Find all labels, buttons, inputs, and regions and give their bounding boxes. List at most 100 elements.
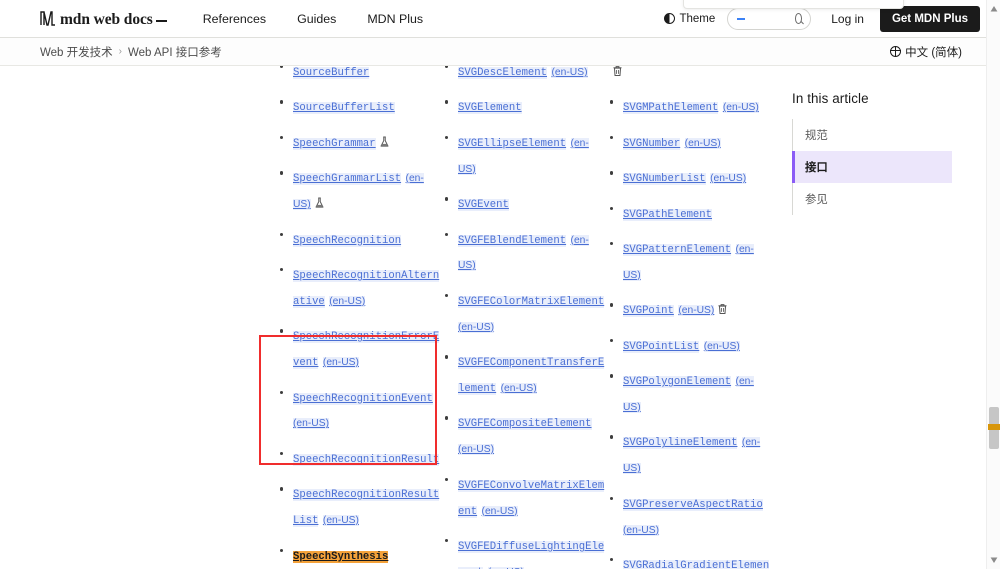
api-link[interactable]: SourceBuffer	[293, 67, 370, 79]
experimental-icon	[379, 131, 390, 147]
en-us-badge[interactable]: (en-US)	[703, 340, 740, 352]
page-content: SourceBuffer SourceBufferList SpeechGramma…	[0, 58, 990, 569]
list-item: SpeechRecognitionErrorEvent (en-US)	[275, 322, 440, 374]
list-item: SVGFECompositeElement (en-US)	[440, 409, 605, 461]
search-input[interactable]	[744, 9, 795, 28]
list-item: SVGPathElement	[605, 200, 770, 226]
column-3: SVGMPathElement (en-US) SVGNumber (en-US)…	[605, 58, 770, 569]
api-link[interactable]: SVGRadialGradientElement	[623, 560, 770, 569]
breadcrumb-bar: Web 开发技术 › Web API 接口参考 中文 (简体)	[0, 38, 990, 66]
globe-icon	[889, 45, 902, 57]
en-us-badge[interactable]: (en-US)	[500, 383, 537, 395]
toc-item-label: 参见	[805, 194, 828, 206]
list-item: SVGNumberList (en-US)	[605, 164, 770, 190]
list-item: SpeechRecognitionEvent (en-US)	[275, 384, 440, 436]
api-link[interactable]: SpeechGrammar	[293, 137, 376, 150]
list-item: SVGFEConvolveMatrixElement (en-US)	[440, 471, 605, 523]
toc-item-0[interactable]: 规范	[793, 119, 952, 151]
api-link[interactable]: SVGFEBlendElement	[458, 234, 567, 247]
en-us-badge[interactable]: (en-US)	[551, 67, 588, 78]
en-us-badge[interactable]: (en-US)	[293, 418, 330, 430]
en-us-badge[interactable]: (en-US)	[322, 357, 359, 369]
en-us-badge[interactable]: (en-US)	[322, 515, 359, 527]
get-mdn-plus-button[interactable]: Get MDN Plus	[879, 5, 980, 32]
en-us-badge[interactable]: (en-US)	[623, 524, 660, 536]
list-item: SVGPreserveAspectRatio (en-US)	[605, 490, 770, 542]
table-of-contents: 规范 接口参见	[792, 119, 952, 215]
api-link[interactable]: SpeechRecognition	[293, 234, 402, 247]
list-item: SVGPatternElement (en-US)	[605, 235, 770, 287]
api-link[interactable]: SVGPatternElement	[623, 244, 732, 257]
api-link[interactable]: SVGMPathElement	[623, 102, 719, 115]
column-1: SourceBuffer SourceBufferList SpeechGramma…	[275, 58, 440, 569]
api-link[interactable]: SVGNumberList	[623, 173, 706, 186]
header-actions: Theme Log in Get MDN Plus	[664, 5, 980, 32]
scroll-down-arrow-icon[interactable]	[990, 556, 998, 564]
api-link[interactable]: SVGPreserveAspectRatio	[623, 498, 763, 511]
nav-item-guides[interactable]: Guides	[297, 12, 336, 26]
mdn-logo-mark	[40, 10, 56, 26]
breadcrumb-item-web-tech[interactable]: Web 开发技术	[40, 44, 113, 60]
list-item: SVGEvent	[440, 190, 605, 216]
toc-item-1[interactable]: 接口	[792, 151, 952, 183]
api-link[interactable]: SVGPolylineElement	[623, 437, 738, 450]
en-us-badge[interactable]: (en-US)	[678, 305, 715, 317]
api-link[interactable]: SVGPoint	[623, 305, 674, 318]
nav-item-references[interactable]: References	[203, 12, 266, 26]
search-box[interactable]	[727, 7, 812, 30]
page-scrollbar[interactable]	[986, 0, 1000, 569]
theme-toggle-button[interactable]: Theme	[664, 13, 715, 25]
toc-item-2[interactable]: 参见	[793, 183, 952, 215]
list-item: SpeechRecognition	[275, 226, 440, 252]
api-link[interactable]: SVGFEDiffuseLightingElement	[458, 541, 605, 569]
api-link[interactable]: SpeechRecognitionEvent	[293, 392, 433, 405]
in-this-article-sidebar: In this article 规范 接口参见	[792, 91, 952, 215]
breadcrumb-item-web-api[interactable]: Web API 接口参考	[128, 44, 222, 60]
list-item: SpeechRecognitionAlternative (en-US)	[275, 261, 440, 313]
api-link[interactable]: SVGEllipseElement	[458, 137, 567, 150]
api-index-columns: SourceBuffer SourceBufferList SpeechGramma…	[275, 58, 775, 569]
en-us-badge[interactable]: (en-US)	[329, 295, 366, 307]
mdn-logo-text: mdn web docs	[60, 10, 153, 28]
mdn-logo[interactable]: mdn web docs	[40, 9, 167, 29]
api-link[interactable]: SVGNumber	[623, 137, 681, 150]
api-link[interactable]: SVGPointList	[623, 340, 700, 353]
api-link[interactable]: SVGFEConvolveMatrixElement	[458, 479, 605, 518]
api-link[interactable]: SpeechRecognitionResult	[293, 453, 440, 466]
api-link[interactable]: SVGPolygonElement	[623, 376, 732, 389]
search-icon[interactable]	[794, 13, 803, 24]
en-us-badge[interactable]: (en-US)	[684, 137, 721, 149]
scroll-up-arrow-icon[interactable]	[990, 5, 998, 13]
login-link[interactable]: Log in	[831, 12, 864, 26]
theme-icon	[664, 13, 676, 24]
language-switcher[interactable]: 中文 (简体)	[889, 44, 962, 60]
main-navigation: References Guides MDN Plus	[203, 12, 423, 26]
api-link[interactable]: SpeechSynthesis	[293, 550, 389, 563]
api-link[interactable]: SVGFEColorMatrixElement	[458, 295, 605, 308]
column-2: SVGDescElement (en-US) SVGElement SVGEllip…	[440, 58, 605, 569]
api-link[interactable]: SpeechRecognitionErrorEvent	[293, 331, 440, 370]
en-us-badge[interactable]: (en-US)	[710, 173, 747, 185]
mdn-logo-underscore	[155, 19, 167, 22]
api-link[interactable]: SpeechGrammarList	[293, 173, 402, 186]
search-suggestions-panel[interactable]	[683, 0, 904, 9]
list-item: SVGElement	[440, 93, 605, 119]
breadcrumb-separator: ›	[118, 46, 122, 57]
en-us-badge[interactable]: (en-US)	[722, 102, 759, 114]
list-item: SVGFEColorMatrixElement (en-US)	[440, 287, 605, 339]
api-link[interactable]: SVGPathElement	[623, 208, 713, 221]
api-link[interactable]: SVGDescElement	[458, 67, 548, 79]
en-us-badge[interactable]: (en-US)	[481, 505, 518, 517]
api-link[interactable]: SourceBufferList	[293, 102, 395, 115]
api-link[interactable]: SpeechRecognitionResultList	[293, 489, 440, 528]
api-link[interactable]: SpeechRecognitionAlternative	[293, 269, 440, 308]
sidebar-title: In this article	[792, 91, 869, 106]
nav-item-mdn-plus[interactable]: MDN Plus	[367, 12, 423, 26]
api-link[interactable]: SVGEvent	[458, 199, 509, 212]
api-link[interactable]: SVGFECompositeElement	[458, 418, 592, 431]
list-item: SVGFEBlendElement (en-US)	[440, 226, 605, 278]
en-us-badge[interactable]: (en-US)	[458, 321, 495, 333]
api-link[interactable]: SVGElement	[458, 102, 522, 115]
en-us-badge[interactable]: (en-US)	[458, 444, 495, 456]
list-item: SVGFEComponentTransferElement (en-US)	[440, 348, 605, 400]
